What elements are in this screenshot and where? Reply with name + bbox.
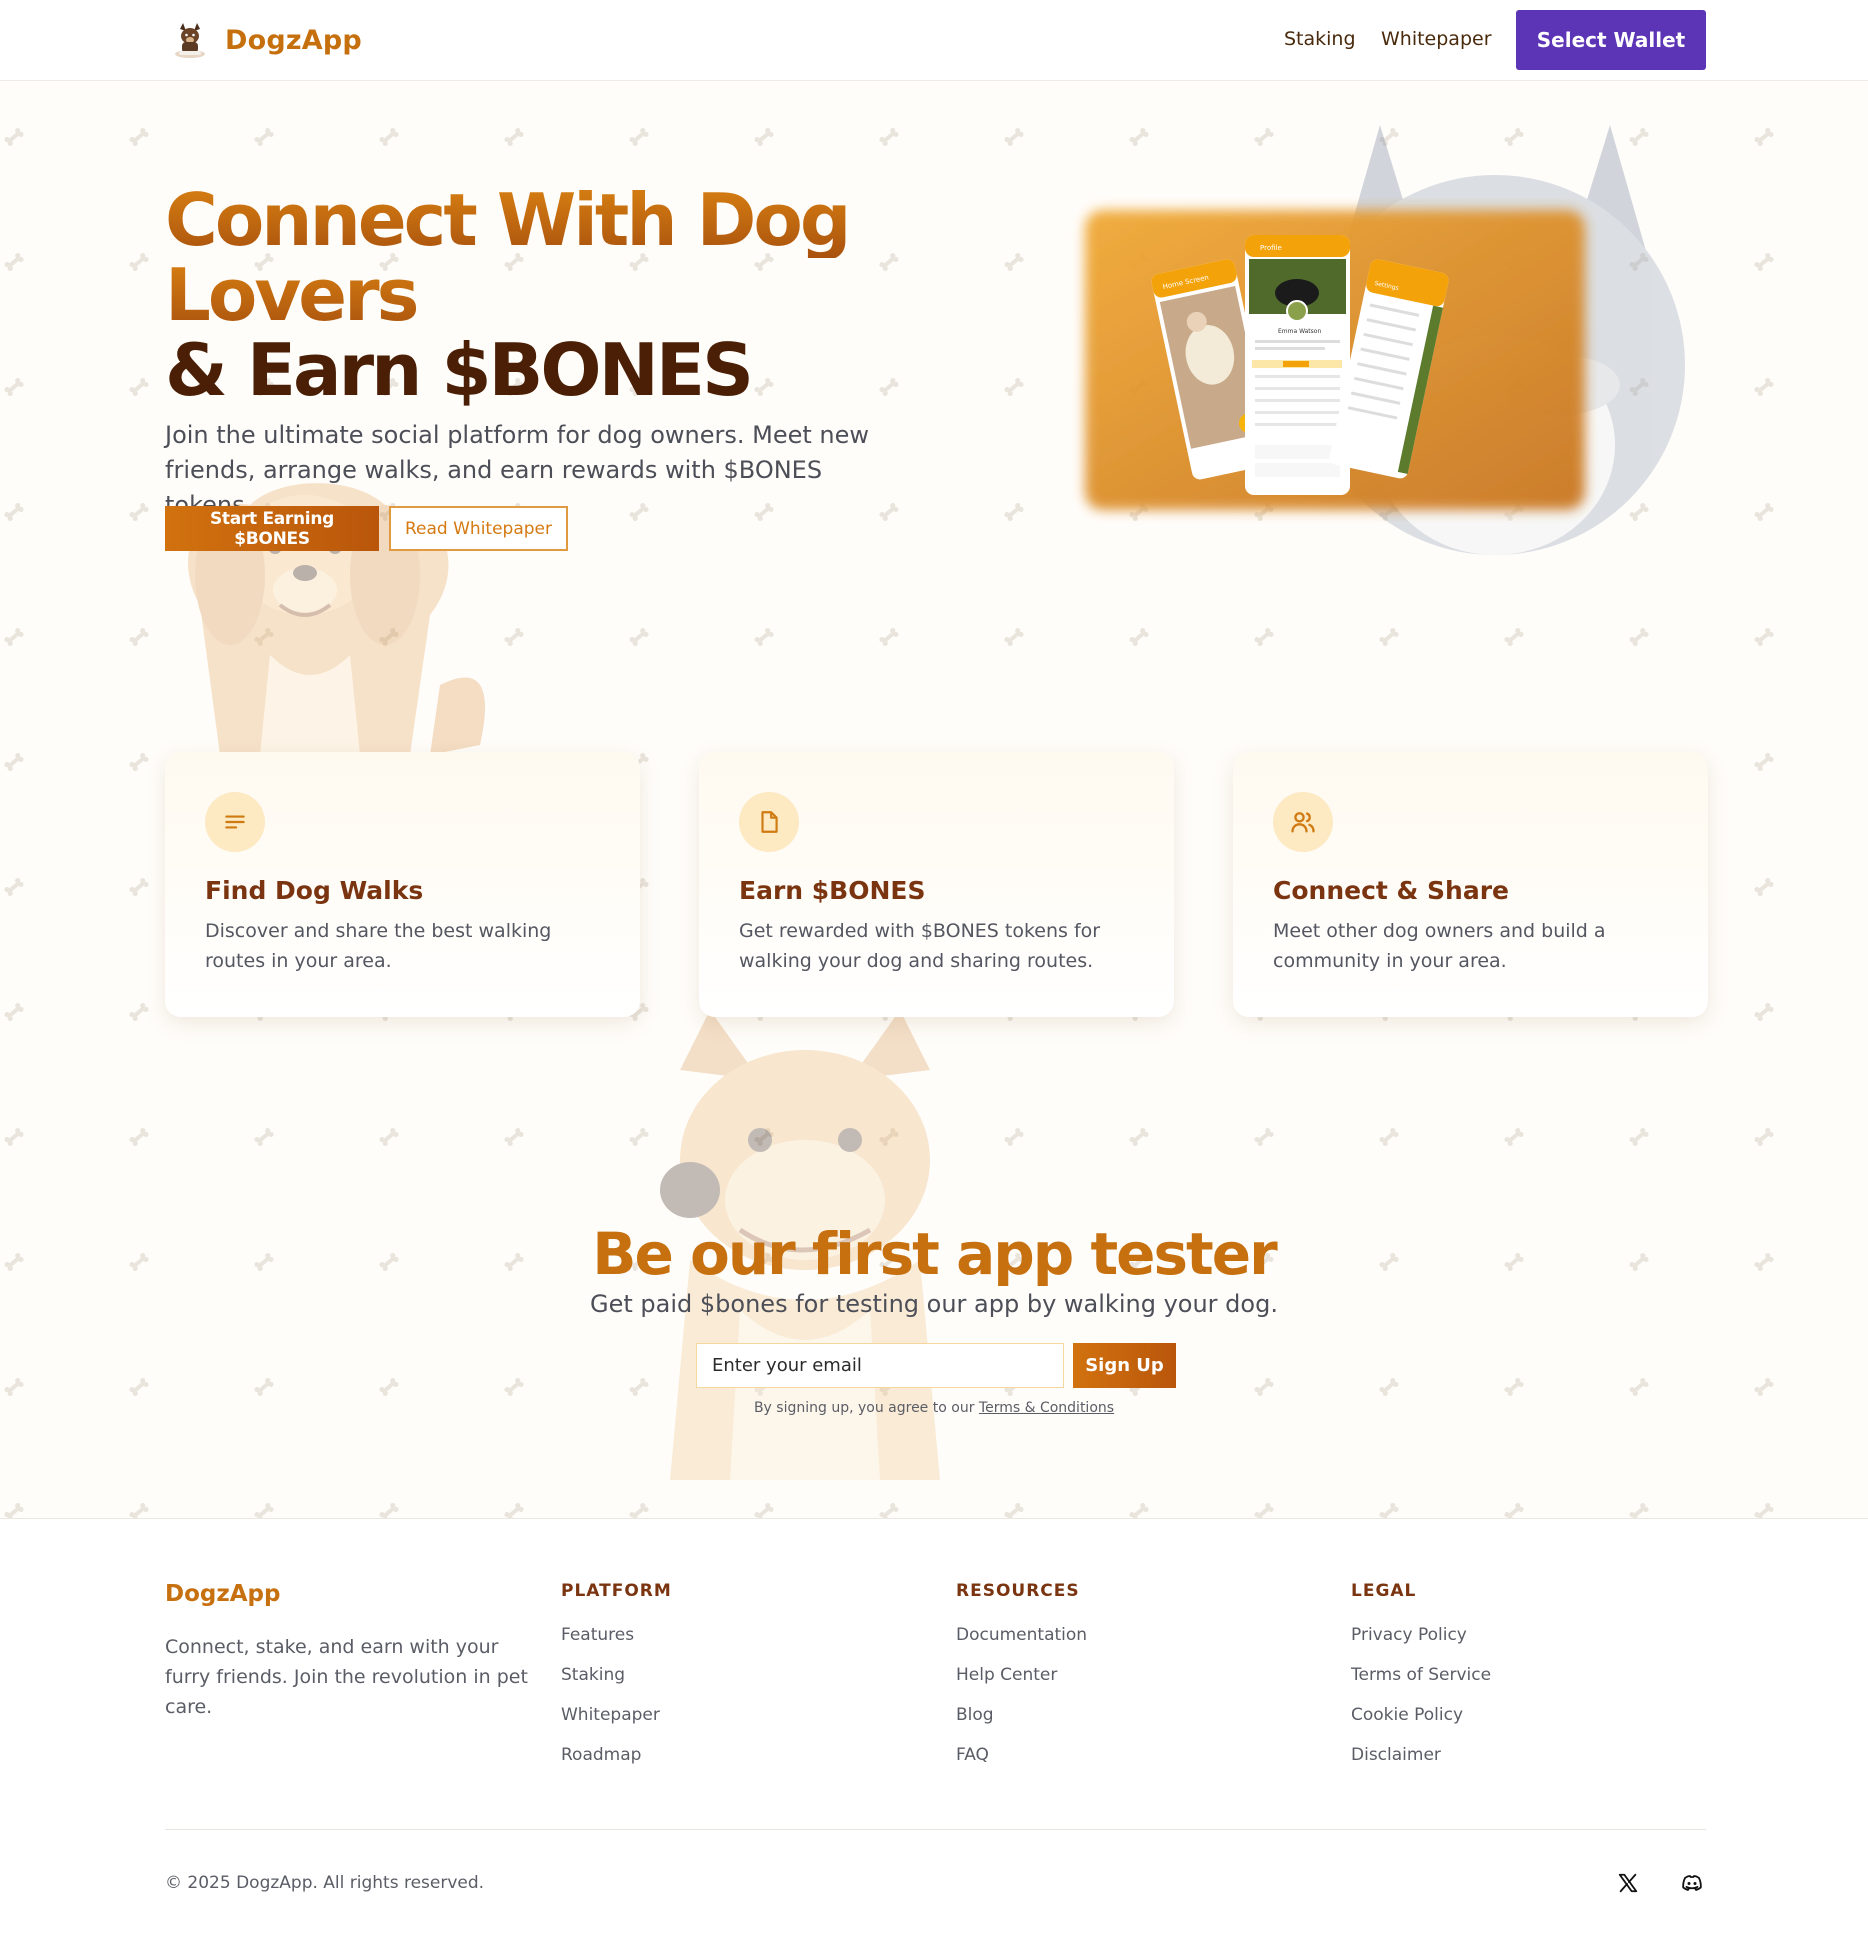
svg-text:Profile: Profile bbox=[1260, 244, 1282, 252]
app-showcase-illustration: Home Screen Profile Emma Watson Settings bbox=[1085, 125, 1685, 555]
svg-text:Emma Watson: Emma Watson bbox=[1278, 328, 1321, 335]
feature-title: Earn $BONES bbox=[739, 876, 926, 905]
brand-name: DogzApp bbox=[225, 24, 362, 56]
footer-description: Connect, stake, and earn with your furry… bbox=[165, 1636, 528, 1718]
list-icon bbox=[225, 815, 245, 829]
nav-link-staking[interactable]: Staking bbox=[1284, 28, 1356, 50]
hero-title-line-2: Lovers bbox=[165, 258, 848, 333]
footer-link-features[interactable]: Features bbox=[561, 1621, 672, 1661]
tester-title: Be our first app tester bbox=[592, 1220, 1277, 1288]
feature-title: Connect & Share bbox=[1273, 876, 1510, 905]
feature-description: Discover and share the best walking rout… bbox=[205, 920, 552, 972]
card-icon-wrapper bbox=[739, 792, 799, 852]
footer-link-terms-of-service[interactable]: Terms of Service bbox=[1351, 1661, 1491, 1701]
discord-social-link[interactable] bbox=[1678, 1869, 1706, 1897]
footer-link-blog[interactable]: Blog bbox=[956, 1701, 1087, 1741]
footer-heading: LEGAL bbox=[1351, 1581, 1417, 1601]
email-field[interactable] bbox=[696, 1343, 1064, 1388]
footer-column-platform: PLATFORM Features Staking Whitepaper Roa… bbox=[561, 1581, 672, 1781]
footer-link-privacy-policy[interactable]: Privacy Policy bbox=[1351, 1621, 1491, 1661]
card-icon-wrapper bbox=[205, 792, 265, 852]
footer-link-disclaimer[interactable]: Disclaimer bbox=[1351, 1741, 1491, 1781]
footer-heading: RESOURCES bbox=[956, 1581, 1080, 1601]
tester-subtitle: Get paid $bones for testing our app by w… bbox=[590, 1290, 1278, 1318]
footer-heading: PLATFORM bbox=[561, 1581, 672, 1601]
terms-notice: By signing up, you agree to our Terms & … bbox=[0, 1400, 1868, 1416]
hero-title-line-3: & Earn $BONES bbox=[165, 328, 754, 412]
footer-divider bbox=[165, 1829, 1706, 1830]
feature-description: Meet other dog owners and build a commun… bbox=[1273, 920, 1606, 972]
sign-up-button[interactable]: Sign Up bbox=[1073, 1343, 1176, 1388]
feature-card-earn-bones: Earn $BONES Get rewarded with $BONES tok… bbox=[699, 752, 1174, 1017]
footer-column-resources: RESOURCES Documentation Help Center Blog… bbox=[956, 1581, 1087, 1781]
footer-brand[interactable]: DogzApp bbox=[165, 1581, 280, 1607]
footer-link-faq[interactable]: FAQ bbox=[956, 1741, 1087, 1781]
card-icon-wrapper bbox=[1273, 792, 1333, 852]
feature-title: Find Dog Walks bbox=[205, 876, 424, 905]
x-social-link[interactable] bbox=[1614, 1869, 1642, 1897]
site-header: DogzApp Staking Whitepaper Select Wallet bbox=[0, 0, 1868, 81]
hero-title-line-1: Connect With Dog bbox=[165, 178, 851, 262]
brand[interactable]: DogzApp bbox=[173, 18, 362, 62]
footer-link-help-center[interactable]: Help Center bbox=[956, 1661, 1087, 1701]
footer-link-whitepaper[interactable]: Whitepaper bbox=[561, 1701, 672, 1741]
discord-icon bbox=[1682, 1875, 1702, 1891]
terms-link[interactable]: Terms & Conditions bbox=[979, 1400, 1114, 1416]
feature-description: Get rewarded with $BONES tokens for walk… bbox=[739, 920, 1101, 972]
users-icon bbox=[1291, 812, 1315, 833]
site-footer: DogzApp Connect, stake, and earn with yo… bbox=[0, 1518, 1868, 1952]
footer-link-documentation[interactable]: Documentation bbox=[956, 1621, 1087, 1661]
terms-prefix: By signing up, you agree to our bbox=[753, 1400, 979, 1416]
dog-logo-icon bbox=[175, 23, 205, 58]
feature-card-find-walks: Find Dog Walks Discover and share the be… bbox=[165, 752, 640, 1017]
copyright: © 2025 DogzApp. All rights reserved. bbox=[165, 1873, 485, 1893]
nav-link-whitepaper[interactable]: Whitepaper bbox=[1381, 28, 1492, 50]
read-whitepaper-button[interactable]: Read Whitepaper bbox=[389, 506, 568, 551]
start-earning-button[interactable]: Start Earning $BONES bbox=[165, 506, 379, 551]
footer-link-staking[interactable]: Staking bbox=[561, 1661, 672, 1701]
feature-card-connect-share: Connect & Share Meet other dog owners an… bbox=[1233, 752, 1708, 1017]
document-icon bbox=[761, 811, 778, 833]
x-icon bbox=[1618, 1873, 1638, 1893]
footer-column-legal: LEGAL Privacy Policy Terms of Service Co… bbox=[1351, 1581, 1491, 1781]
footer-link-roadmap[interactable]: Roadmap bbox=[561, 1741, 672, 1781]
select-wallet-button[interactable]: Select Wallet bbox=[1516, 10, 1706, 70]
footer-link-cookie-policy[interactable]: Cookie Policy bbox=[1351, 1701, 1491, 1741]
hero-title: Connect With Dog Lovers & Earn $BONES bbox=[165, 178, 851, 412]
